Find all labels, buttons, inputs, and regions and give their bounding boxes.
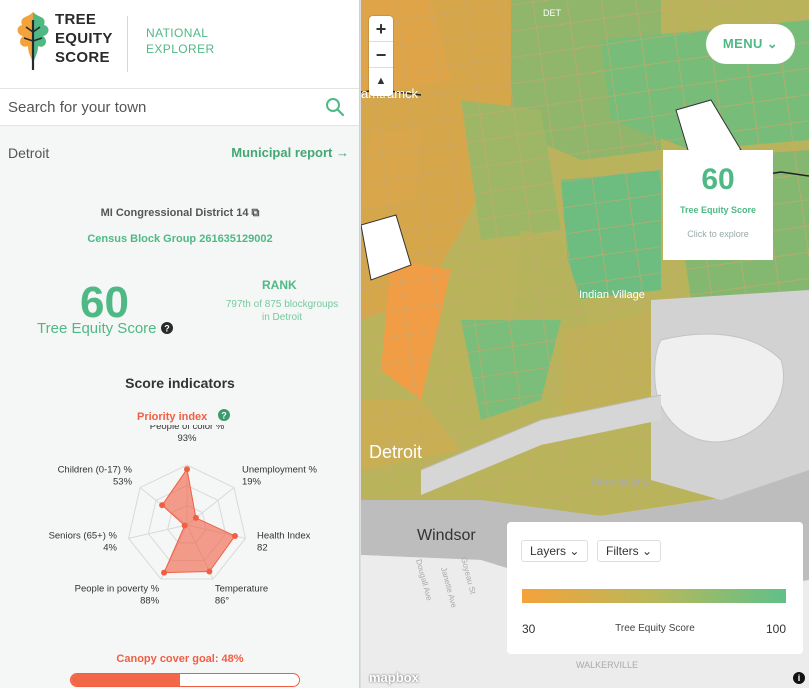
logo-line: EQUITY	[55, 30, 113, 47]
tree-equity-score-label: Tree Equity Score ?	[37, 320, 173, 337]
radar-label-name: Temperature	[215, 583, 268, 594]
rank-title: RANK	[262, 278, 297, 292]
filters-dropdown[interactable]: Filters ⌄	[597, 540, 662, 562]
radar-label-value: 4%	[103, 542, 117, 553]
radar-label-name: Children (0-17) %	[58, 464, 133, 475]
radar-point	[184, 466, 190, 473]
logo-line: SCORE	[55, 49, 110, 66]
place-row: Detroit Municipal report →	[8, 145, 349, 161]
radar-label-value: 93%	[177, 433, 197, 444]
sidebar: TREE EQUITY SCORE NATIONAL EXPLORER Detr…	[0, 0, 360, 688]
radar-shape	[161, 467, 236, 574]
radar-label-name: Health Index	[257, 530, 311, 541]
score-label-text: Tree Equity Score	[37, 320, 157, 337]
score-popup[interactable]: 60 Tree Equity Score Click to explore	[663, 150, 773, 260]
radar-label-value: 82	[257, 542, 268, 553]
layers-dropdown[interactable]: Layers ⌄	[521, 540, 589, 562]
zoom-out-button[interactable]: −	[369, 42, 393, 68]
map-label-riverside: Riverside Dr E	[591, 477, 649, 487]
priority-help-icon[interactable]: ?	[218, 409, 230, 421]
radar-point	[206, 568, 213, 575]
radar-label-value: 86°	[215, 595, 230, 606]
priority-index-label: Priority index	[137, 411, 208, 423]
radar-label-name: Unemployment %	[242, 464, 318, 475]
radar-point	[181, 522, 188, 529]
logo-line: TREE	[55, 11, 97, 28]
radar-label-name: People of color %	[150, 425, 225, 432]
map-legend-panel: Layers ⌄ Filters ⌄ 30 Tree Equity Score …	[507, 522, 803, 654]
search-bar	[0, 88, 359, 126]
map-view[interactable]: amtramck Indian Village Detroit Windsor …	[361, 0, 809, 688]
place-name: Detroit	[8, 145, 50, 161]
radar-label-value: 53%	[113, 476, 133, 487]
svg-text:?: ?	[164, 324, 170, 334]
zoom-in-button[interactable]: +	[369, 16, 393, 42]
radar-point	[231, 532, 238, 539]
compass-button[interactable]: ▲	[369, 68, 393, 94]
radar-point	[159, 502, 166, 509]
explorer-line: NATIONAL	[146, 26, 209, 40]
legend-gradient-bar	[522, 589, 786, 603]
info-icon[interactable]: i	[793, 672, 805, 684]
map-label-detroit: Detroit	[369, 442, 422, 462]
radar-point	[192, 514, 199, 521]
radar-point	[161, 569, 168, 576]
canopy-goal-bar	[70, 673, 300, 687]
priority-radar-chart: People of color %93% Unemployment %19% Hea…	[49, 425, 318, 606]
map-label-walkerville: WALKERVILLE	[576, 660, 638, 670]
search-icon[interactable]	[325, 97, 345, 117]
map-label-windsor: Windsor	[417, 527, 476, 544]
radar-axis	[128, 524, 188, 539]
popup-score-label: Tree Equity Score	[679, 205, 757, 215]
popup-click-to-explore[interactable]: Click to explore	[663, 229, 773, 239]
logo-wordmark[interactable]: TREE EQUITY SCORE	[55, 10, 113, 67]
svg-text:?: ?	[221, 411, 227, 421]
zoom-controls: + − ▲	[369, 16, 393, 96]
congressional-district-link[interactable]: MI Congressional District 14 ⧉	[0, 207, 359, 220]
brand-divider	[127, 16, 128, 72]
map-label-det: DET	[543, 8, 562, 18]
canopy-goal-fill	[71, 674, 181, 686]
legend-title: Tree Equity Score	[615, 623, 695, 634]
help-icon[interactable]: ?	[160, 322, 173, 334]
rank-line: in Detroit	[261, 312, 302, 323]
municipal-report-link[interactable]: Municipal report →	[231, 145, 349, 160]
brand-header: TREE EQUITY SCORE NATIONAL EXPLORER	[0, 0, 359, 88]
rank-line: 797th of 875 blockgroups	[225, 299, 339, 310]
popup-score-value: 60	[701, 163, 735, 196]
menu-button[interactable]: MENU ⌄	[706, 24, 795, 64]
radar-label-value: 19%	[242, 476, 262, 487]
explorer-line: EXPLORER	[146, 42, 215, 56]
national-explorer-label: NATIONAL EXPLORER	[146, 25, 215, 57]
radar-label-value: 88%	[140, 595, 160, 606]
canopy-goal-label: Canopy cover goal: 48%	[116, 653, 244, 665]
radar-label-name: Seniors (65+) %	[49, 530, 118, 541]
radar-label-name: People in poverty %	[75, 583, 160, 594]
oak-leaf-logo-icon[interactable]	[14, 8, 52, 72]
census-block-group: Census Block Group 261635129002	[87, 233, 273, 245]
rank-text: 797th of 875 blockgroups in Detroit	[212, 298, 352, 324]
search-input[interactable]	[0, 89, 310, 125]
score-indicators-title: Score indicators	[125, 375, 235, 391]
mapbox-attribution-logo[interactable]: mapbox	[369, 670, 419, 685]
legend-max-value: 100	[765, 622, 786, 636]
map-label-indian-village: Indian Village	[579, 289, 645, 301]
